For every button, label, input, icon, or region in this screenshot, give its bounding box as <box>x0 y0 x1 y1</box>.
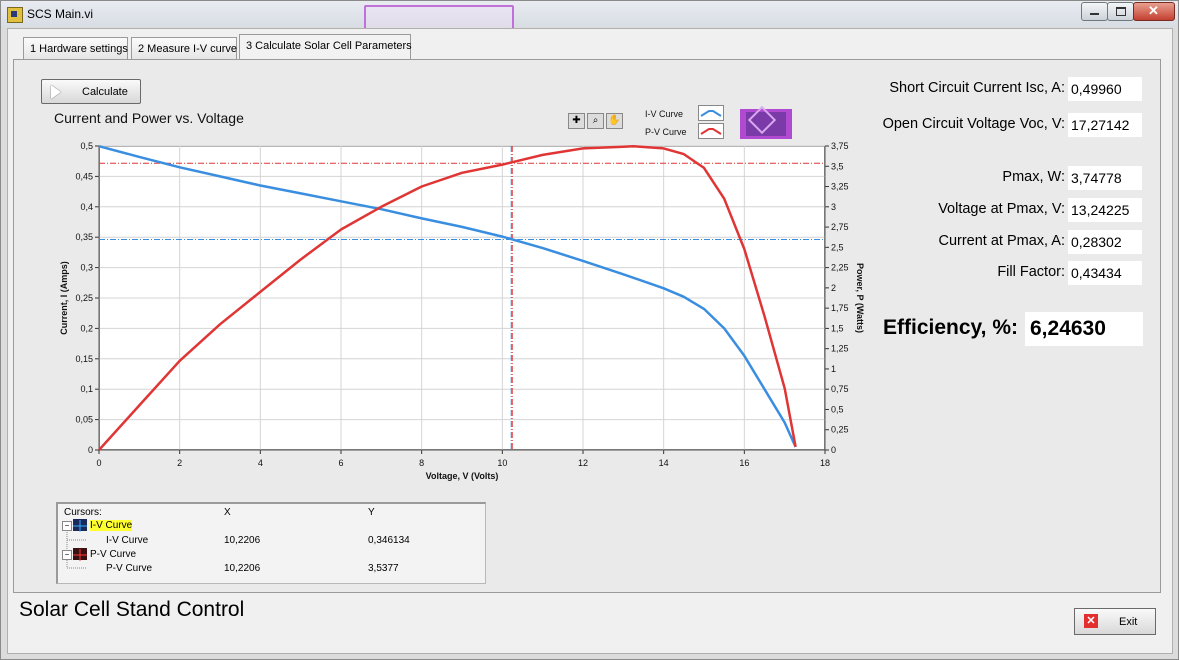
iv-pv-chart: 0 2 4 6 8 10 12 14 16 1800,050,10,150,20,250,30,3… <box>59 141 865 481</box>
exit-icon: ✕ <box>1084 614 1098 628</box>
vmp-value: 13,24225 <box>1068 198 1142 222</box>
x-tick-label: 12 <box>578 458 588 468</box>
y2-tick-label: 3,25 <box>831 182 849 192</box>
y-tick-label: 0,45 <box>75 171 93 181</box>
efficiency-label: Efficiency, %: <box>883 316 1018 339</box>
cursor-iv-child: I-V Curve <box>106 535 149 546</box>
x-axis-label: Voltage, V (Volts) <box>426 471 499 481</box>
efficiency-value: 6,24630 <box>1025 312 1143 346</box>
vmp-label: Voltage at Pmax, V: <box>938 201 1065 217</box>
y2-tick-label: 2 <box>831 283 836 293</box>
y-tick-label: 0 <box>88 445 93 455</box>
y-tick-label: 0,5 <box>80 141 93 151</box>
collapse-pv-icon[interactable]: − <box>62 550 72 560</box>
cursors-x-header: X <box>224 507 231 518</box>
y-tick-label: 0,1 <box>80 384 93 394</box>
x-tick-label: 0 <box>96 458 101 468</box>
cursor-legend[interactable]: Cursors: X Y − I-V Curve I-V Curve 10,22… <box>56 502 486 584</box>
cursor-iv-x: 10,2206 <box>224 535 261 546</box>
y-tick-label: 0,4 <box>80 202 93 212</box>
isc-label: Short Circuit Current Isc, A: <box>889 80 1065 96</box>
x-tick-label: 2 <box>177 458 182 468</box>
y-axis-label: Current, I (Amps) <box>59 261 69 335</box>
main-window: SCS Main.vi 1 Hardware settings 2 Measur… <box>0 0 1179 660</box>
cursor-pv-x: 10,2206 <box>224 563 261 574</box>
x-tick-label: 16 <box>739 458 749 468</box>
x-tick-label: 8 <box>419 458 424 468</box>
pmax-value: 3,74778 <box>1068 166 1142 190</box>
y2-tick-label: 0 <box>831 445 836 455</box>
x-tick-label: 4 <box>258 458 263 468</box>
y-tick-label: 0,2 <box>80 323 93 333</box>
y-tick-label: 0,3 <box>80 263 93 273</box>
imp-value: 0,28302 <box>1068 230 1142 254</box>
y-tick-label: 0,05 <box>75 415 93 425</box>
y2-tick-label: 1,25 <box>831 344 849 354</box>
cursors-y-header: Y <box>368 507 375 518</box>
y2-axis-label: Power, P (Watts) <box>855 263 865 333</box>
y2-tick-label: 1,75 <box>831 303 849 313</box>
iv-curve-line <box>98 144 797 448</box>
y2-tick-label: 0,5 <box>831 404 844 414</box>
y2-tick-label: 3,5 <box>831 161 844 171</box>
fill-factor-value: 0,43434 <box>1068 261 1142 285</box>
exit-button[interactable]: ✕ Exit <box>1074 608 1156 635</box>
pv-cursor-icon <box>73 548 87 561</box>
x-tick-label: 6 <box>338 458 343 468</box>
pmax-label: Pmax, W: <box>1002 169 1065 185</box>
cursor-iv-name[interactable]: I-V Curve <box>90 520 133 531</box>
y2-tick-label: 3 <box>831 202 836 212</box>
cursor-iv-y: 0,346134 <box>368 535 410 546</box>
cursor-pv-name[interactable]: P-V Curve <box>90 549 136 560</box>
y2-tick-label: 3,75 <box>831 141 849 151</box>
y2-tick-label: 2,5 <box>831 242 844 252</box>
y2-tick-label: 1,5 <box>831 323 844 333</box>
footer-title: Solar Cell Stand Control <box>19 598 245 621</box>
x-tick-label: 14 <box>659 458 669 468</box>
y2-tick-label: 0,75 <box>831 384 849 394</box>
cursor-pv-child: P-V Curve <box>106 563 153 574</box>
y-tick-label: 0,15 <box>75 354 93 364</box>
iv-cursor-icon <box>73 519 87 532</box>
isc-value: 0,49960 <box>1068 77 1142 101</box>
y2-tick-label: 0,25 <box>831 425 849 435</box>
voc-value: 17,27142 <box>1068 113 1142 137</box>
collapse-iv-icon[interactable]: − <box>62 521 72 531</box>
y-tick-label: 0,25 <box>75 293 93 303</box>
exit-label: Exit <box>1119 616 1138 628</box>
x-tick-label: 10 <box>497 458 507 468</box>
fill-factor-label: Fill Factor: <box>997 264 1065 280</box>
cursor-pv-y: 3,5377 <box>368 563 399 574</box>
x-tick-label: 18 <box>820 458 830 468</box>
y-tick-label: 0,35 <box>75 232 93 242</box>
voc-label: Open Circuit Voltage Voc, V: <box>882 116 1065 132</box>
y2-tick-label: 2,75 <box>831 222 849 232</box>
imp-label: Current at Pmax, A: <box>938 233 1065 249</box>
y2-tick-label: 2,25 <box>831 263 849 273</box>
y2-tick-label: 1 <box>831 364 836 374</box>
